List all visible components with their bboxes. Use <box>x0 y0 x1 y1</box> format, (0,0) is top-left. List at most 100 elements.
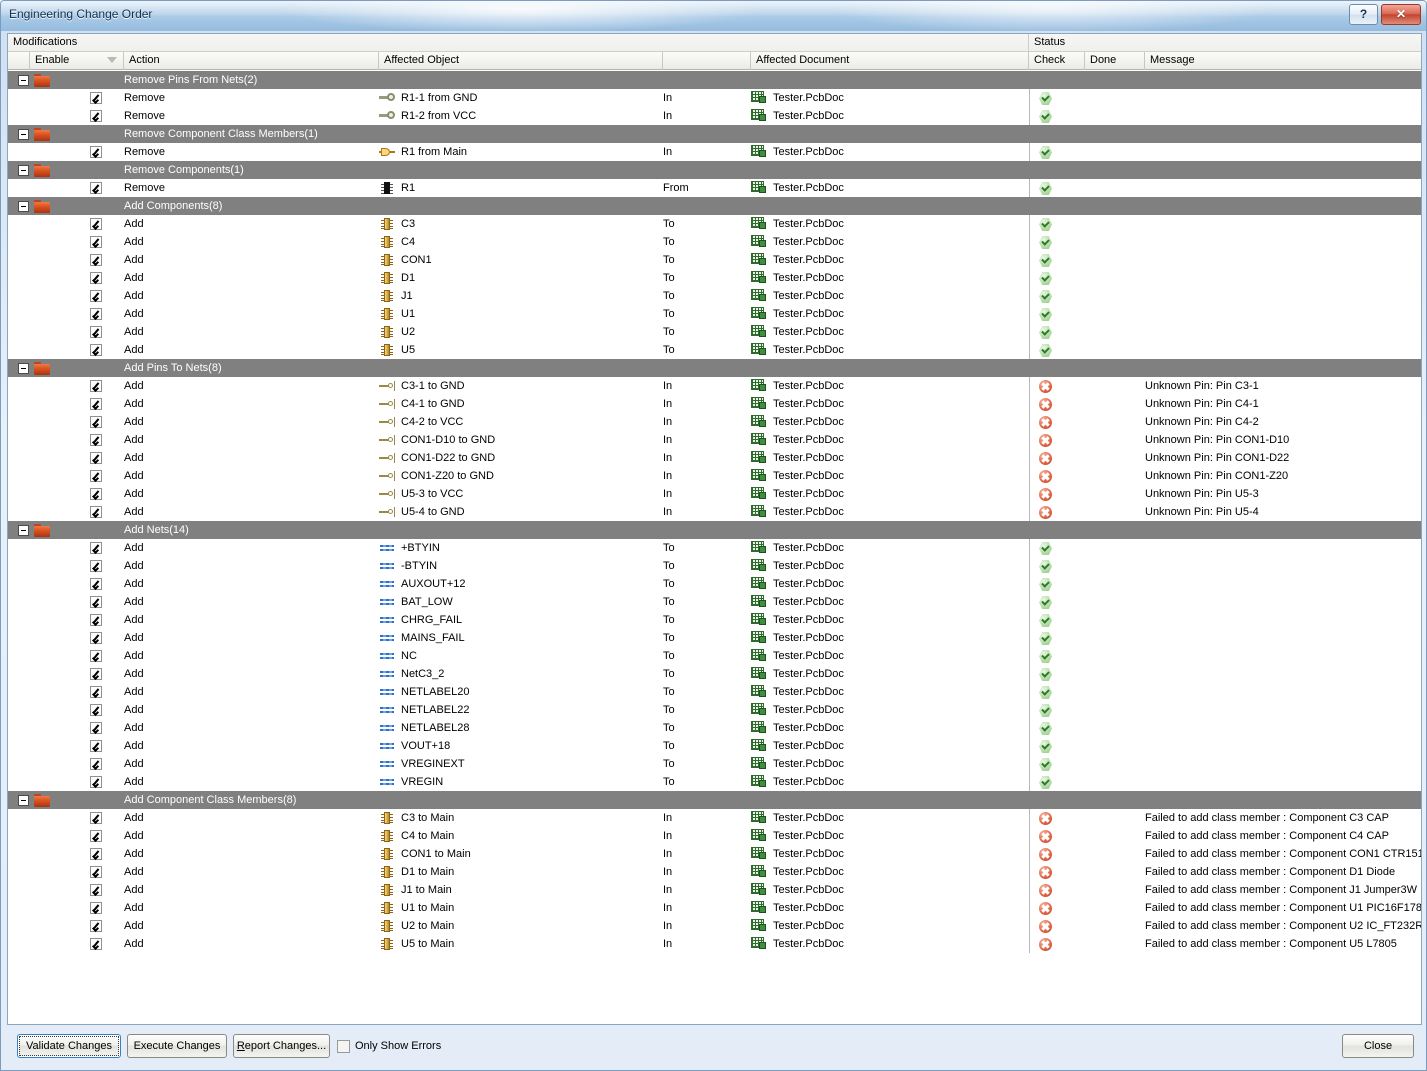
enable-cell[interactable] <box>30 323 124 341</box>
group-row[interactable]: Add Nets(14) <box>8 521 1421 539</box>
enable-checkbox[interactable] <box>90 668 102 680</box>
enable-cell[interactable] <box>30 503 124 521</box>
enable-cell[interactable] <box>30 305 124 323</box>
column-header-enable[interactable]: Enable <box>30 52 124 70</box>
only-show-errors-checkbox[interactable]: Only Show Errors <box>337 1039 441 1055</box>
execute-changes-button[interactable]: Execute Changes <box>127 1034 227 1058</box>
close-window-button[interactable]: ✕ <box>1381 4 1421 25</box>
table-row[interactable]: Add C4-2 to VCC In Tester.PcbDoc Unknown Pin… <box>8 413 1421 431</box>
enable-checkbox[interactable] <box>90 398 102 410</box>
table-row[interactable]: Add CON1-D10 to GND In Tester.PcbDoc Unknown… <box>8 431 1421 449</box>
enable-checkbox[interactable] <box>90 866 102 878</box>
table-row[interactable]: Add U5-4 to GND In Tester.PcbDoc Unknown Pin… <box>8 503 1421 521</box>
table-row[interactable]: Add D1 To Tester.PcbDoc <box>8 269 1421 287</box>
enable-cell[interactable] <box>30 773 124 791</box>
table-row[interactable]: Remove R1 From Tester.PcbDoc <box>8 179 1421 197</box>
report-changes-button[interactable]: Report Changes... <box>233 1034 330 1058</box>
enable-cell[interactable] <box>30 251 124 269</box>
table-row[interactable]: Add NETLABEL22 To Tester.PcbDoc <box>8 701 1421 719</box>
enable-checkbox[interactable] <box>90 632 102 644</box>
table-row[interactable]: Add AUXOUT+12 To Tester.PcbDoc <box>8 575 1421 593</box>
enable-cell[interactable] <box>30 647 124 665</box>
collapse-icon[interactable] <box>18 795 29 806</box>
collapse-icon[interactable] <box>18 363 29 374</box>
enable-checkbox[interactable] <box>90 344 102 356</box>
column-header-check[interactable]: Check <box>1029 52 1085 70</box>
table-row[interactable]: Add U2 To Tester.PcbDoc <box>8 323 1421 341</box>
enable-checkbox[interactable] <box>90 920 102 932</box>
table-row[interactable]: Add D1 to Main In Tester.PcbDoc Failed to ad… <box>8 863 1421 881</box>
table-row[interactable]: Add C3 To Tester.PcbDoc <box>8 215 1421 233</box>
enable-checkbox[interactable] <box>90 884 102 896</box>
table-row[interactable]: Add U1 To Tester.PcbDoc <box>8 305 1421 323</box>
enable-cell[interactable] <box>30 413 124 431</box>
table-row[interactable]: Add C3 to Main In Tester.PcbDoc Failed to ad… <box>8 809 1421 827</box>
enable-cell[interactable] <box>30 485 124 503</box>
enable-cell[interactable] <box>30 467 124 485</box>
enable-cell[interactable] <box>30 269 124 287</box>
enable-checkbox[interactable] <box>90 578 102 590</box>
enable-cell[interactable] <box>30 89 124 107</box>
table-row[interactable]: Add C4 to Main In Tester.PcbDoc Failed to ad… <box>8 827 1421 845</box>
collapse-icon[interactable] <box>18 165 29 176</box>
enable-cell[interactable] <box>30 395 124 413</box>
enable-checkbox[interactable] <box>90 686 102 698</box>
enable-cell[interactable] <box>30 683 124 701</box>
enable-cell[interactable] <box>30 107 124 125</box>
table-row[interactable]: Add C3-1 to GND In Tester.PcbDoc Unknown Pin… <box>8 377 1421 395</box>
table-row[interactable]: Add -BTYIN To Tester.PcbDoc <box>8 557 1421 575</box>
table-row[interactable]: Remove R1-1 from GND In Tester.PcbDoc <box>8 89 1421 107</box>
table-row[interactable]: Add VREGINEXT To Tester.PcbDoc <box>8 755 1421 773</box>
enable-checkbox[interactable] <box>90 416 102 428</box>
table-row[interactable]: Add C4-1 to GND In Tester.PcbDoc Unknown Pin… <box>8 395 1421 413</box>
table-row[interactable]: Add U5 To Tester.PcbDoc <box>8 341 1421 359</box>
enable-checkbox[interactable] <box>90 290 102 302</box>
enable-checkbox[interactable] <box>90 560 102 572</box>
enable-cell[interactable] <box>30 557 124 575</box>
table-row[interactable]: Add CON1-Z20 to GND In Tester.PcbDoc Unknown… <box>8 467 1421 485</box>
group-row[interactable]: Add Components(8) <box>8 197 1421 215</box>
table-row[interactable]: Add J1 to Main In Tester.PcbDoc Failed to ad… <box>8 881 1421 899</box>
table-row[interactable]: Add VREGIN To Tester.PcbDoc <box>8 773 1421 791</box>
table-row[interactable]: Add J1 To Tester.PcbDoc <box>8 287 1421 305</box>
enable-checkbox[interactable] <box>90 452 102 464</box>
group-row[interactable]: Remove Components(1) <box>8 161 1421 179</box>
collapse-icon[interactable] <box>18 75 29 86</box>
table-row[interactable]: Add BAT_LOW To Tester.PcbDoc <box>8 593 1421 611</box>
enable-checkbox[interactable] <box>90 488 102 500</box>
enable-cell[interactable] <box>30 593 124 611</box>
enable-cell[interactable] <box>30 737 124 755</box>
table-row[interactable]: Add NC To Tester.PcbDoc <box>8 647 1421 665</box>
table-row[interactable]: Add NetC3_2 To Tester.PcbDoc <box>8 665 1421 683</box>
enable-checkbox[interactable] <box>90 650 102 662</box>
enable-checkbox[interactable] <box>90 146 102 158</box>
table-row[interactable]: Add NETLABEL20 To Tester.PcbDoc <box>8 683 1421 701</box>
enable-checkbox[interactable] <box>90 902 102 914</box>
enable-cell[interactable] <box>30 215 124 233</box>
enable-checkbox[interactable] <box>90 470 102 482</box>
help-button[interactable]: ? <box>1349 4 1378 25</box>
enable-checkbox[interactable] <box>90 740 102 752</box>
enable-cell[interactable] <box>30 881 124 899</box>
collapse-icon[interactable] <box>18 525 29 536</box>
enable-cell[interactable] <box>30 899 124 917</box>
table-row[interactable]: Add NETLABEL28 To Tester.PcbDoc <box>8 719 1421 737</box>
enable-checkbox[interactable] <box>90 830 102 842</box>
group-row[interactable]: Remove Pins From Nets(2) <box>8 71 1421 89</box>
enable-cell[interactable] <box>30 431 124 449</box>
table-row[interactable]: Add VOUT+18 To Tester.PcbDoc <box>8 737 1421 755</box>
column-header-direction[interactable] <box>663 52 751 70</box>
enable-cell[interactable] <box>30 287 124 305</box>
enable-checkbox[interactable] <box>90 758 102 770</box>
table-row[interactable]: Add CON1-D22 to GND In Tester.PcbDoc Unknown… <box>8 449 1421 467</box>
collapse-icon[interactable] <box>18 201 29 212</box>
table-row[interactable]: Add CON1 To Tester.PcbDoc <box>8 251 1421 269</box>
group-row[interactable]: Remove Component Class Members(1) <box>8 125 1421 143</box>
enable-checkbox[interactable] <box>90 722 102 734</box>
table-row[interactable]: Add U5-3 to VCC In Tester.PcbDoc Unknown Pin… <box>8 485 1421 503</box>
close-button[interactable]: Close <box>1342 1034 1414 1058</box>
enable-checkbox[interactable] <box>90 506 102 518</box>
enable-cell[interactable] <box>30 935 124 953</box>
enable-checkbox[interactable] <box>90 542 102 554</box>
enable-cell[interactable] <box>30 809 124 827</box>
